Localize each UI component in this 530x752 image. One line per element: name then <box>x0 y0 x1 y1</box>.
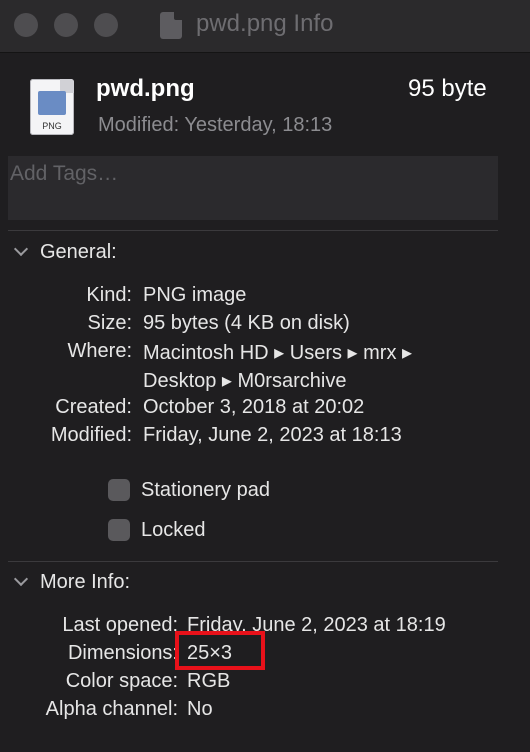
info-row-last-opened: Last opened: Friday, June 2, 2023 at 18:… <box>0 614 530 638</box>
general-section-header[interactable]: General: <box>14 241 117 264</box>
locked-checkbox[interactable] <box>108 519 130 541</box>
header-modified-value: Yesterday, 18:13 <box>184 114 333 136</box>
zoom-window-button[interactable] <box>94 13 118 37</box>
png-file-icon: PNG <box>30 79 74 135</box>
header-modified-label: Modified: <box>98 114 180 136</box>
dimensions-label: Dimensions: <box>67 642 178 664</box>
locked-label: Locked <box>141 519 206 541</box>
last-opened-label: Last opened: <box>62 614 178 636</box>
color-space-label: Color space: <box>65 670 178 692</box>
more-info-section-header[interactable]: More Info: <box>14 571 130 594</box>
where-label: Where: <box>67 340 132 362</box>
window-title: pwd.png Info <box>196 10 334 37</box>
file-icon-ext: PNG <box>42 121 62 131</box>
kind-value: PNG image <box>143 284 247 306</box>
info-row-size: Size: 95 bytes (4 KB on disk) <box>0 312 530 336</box>
info-row-color-space: Color space: RGB <box>0 670 530 694</box>
modified-label: Modified: <box>50 424 132 446</box>
file-name: pwd.png <box>96 75 195 102</box>
tags-placeholder: Add Tags… <box>10 162 119 185</box>
chevron-down-icon <box>14 244 26 256</box>
dimensions-highlight-box <box>175 631 265 670</box>
where-value: Macintosh HD ▸ Users ▸ mrx ▸ <box>143 342 413 364</box>
close-window-button[interactable] <box>14 13 38 37</box>
general-section-title: General: <box>40 241 117 263</box>
chevron-down-icon <box>14 574 26 586</box>
kind-label: Kind: <box>86 284 132 306</box>
more-info-section-title: More Info: <box>40 571 131 593</box>
info-row-alpha-channel: Alpha channel: No <box>0 698 530 722</box>
info-row-kind: Kind: PNG image <box>0 284 530 308</box>
where-cont-value: Desktop ▸ M0rsarchive <box>143 370 347 392</box>
divider <box>8 561 498 562</box>
file-size: 95 byte <box>408 75 487 102</box>
alpha-channel-label: Alpha channel: <box>45 698 178 720</box>
info-row-where-cont: Desktop ▸ M0rsarchive <box>0 368 530 392</box>
stationery-pad-checkbox[interactable] <box>108 479 130 501</box>
info-row-where: Where: Macintosh HD ▸ Users ▸ mrx ▸ <box>0 340 530 364</box>
document-icon <box>160 12 182 39</box>
color-space-value: RGB <box>187 670 231 692</box>
stationery-pad-label: Stationery pad <box>141 479 270 501</box>
size-label: Size: <box>87 312 132 334</box>
created-label: Created: <box>55 396 132 418</box>
modified-value: Friday, June 2, 2023 at 18:13 <box>143 424 402 446</box>
title-bar: pwd.png Info <box>0 0 530 53</box>
alpha-channel-value: No <box>187 698 213 720</box>
size-value: 95 bytes (4 KB on disk) <box>143 312 350 334</box>
header-modified: Modified: Yesterday, 18:13 <box>98 114 332 137</box>
info-row-modified: Modified: Friday, June 2, 2023 at 18:13 <box>0 424 530 448</box>
created-value: October 3, 2018 at 20:02 <box>143 396 365 418</box>
info-row-dimensions: Dimensions: 25×3 <box>0 642 530 666</box>
divider <box>8 230 498 231</box>
info-row-created: Created: October 3, 2018 at 20:02 <box>0 396 530 420</box>
minimize-window-button[interactable] <box>54 13 78 37</box>
